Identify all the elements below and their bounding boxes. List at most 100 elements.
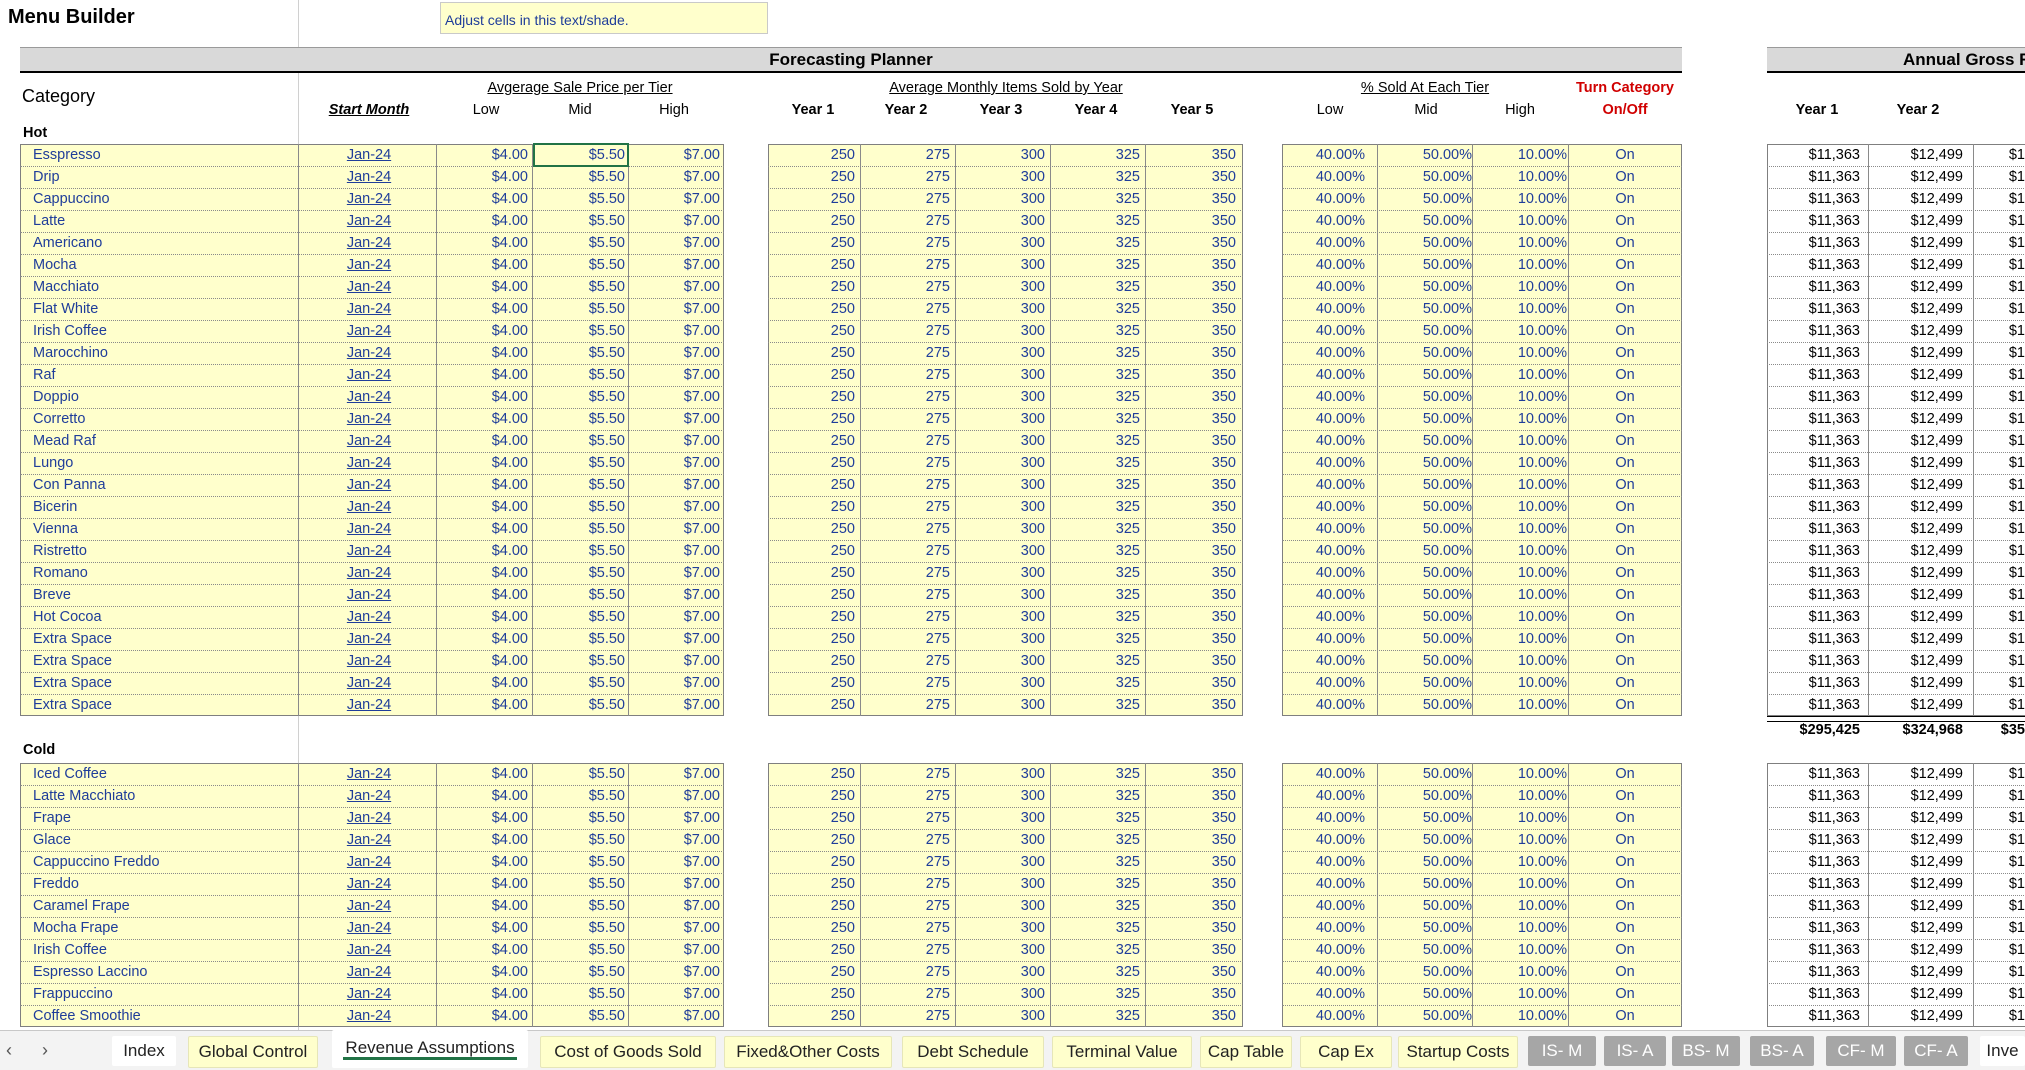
pct-cell[interactable]: 50.00% — [1377, 961, 1472, 983]
units-cell[interactable]: 325 — [1050, 298, 1140, 320]
units-cell[interactable]: 275 — [860, 342, 950, 364]
units-cell[interactable]: 275 — [860, 895, 950, 917]
pct-cell[interactable]: 10.00% — [1472, 606, 1567, 628]
item-name-cell[interactable]: Mead Raf — [33, 430, 96, 452]
units-cell[interactable]: 300 — [955, 785, 1045, 807]
units-cell[interactable]: 350 — [1145, 807, 1236, 829]
item-name-cell[interactable]: Vienna — [33, 518, 78, 540]
units-cell[interactable]: 300 — [955, 496, 1045, 518]
pct-cell[interactable]: 50.00% — [1377, 628, 1472, 650]
price-cell[interactable]: $4.00 — [440, 518, 528, 540]
pct-cell[interactable]: 50.00% — [1377, 650, 1472, 672]
units-cell[interactable]: 350 — [1145, 144, 1236, 166]
price-cell[interactable]: $7.00 — [630, 672, 720, 694]
units-cell[interactable]: 250 — [768, 961, 855, 983]
pct-cell[interactable]: 40.00% — [1282, 254, 1365, 276]
on-off-cell[interactable]: On — [1568, 628, 1682, 650]
units-cell[interactable]: 325 — [1050, 672, 1140, 694]
pct-cell[interactable]: 10.00% — [1472, 540, 1567, 562]
start-month-cell[interactable]: Jan-24 — [305, 983, 433, 1005]
price-cell[interactable]: $7.00 — [630, 320, 720, 342]
sheet-tab-cf-a[interactable]: CF- A — [1904, 1036, 1968, 1066]
units-cell[interactable]: 275 — [860, 452, 950, 474]
pct-cell[interactable]: 40.00% — [1282, 144, 1365, 166]
item-name-cell[interactable]: Frape — [33, 807, 71, 829]
pct-cell[interactable]: 10.00% — [1472, 452, 1567, 474]
start-month-cell[interactable]: Jan-24 — [305, 562, 433, 584]
price-cell[interactable]: $5.50 — [533, 672, 625, 694]
price-cell[interactable]: $4.00 — [440, 386, 528, 408]
start-month-cell[interactable]: Jan-24 — [305, 452, 433, 474]
units-cell[interactable]: 275 — [860, 1005, 950, 1027]
pct-cell[interactable]: 10.00% — [1472, 829, 1567, 851]
price-cell[interactable]: $4.00 — [440, 210, 528, 232]
price-cell[interactable]: $4.00 — [440, 540, 528, 562]
price-cell[interactable]: $5.50 — [533, 254, 625, 276]
units-cell[interactable]: 275 — [860, 232, 950, 254]
units-cell[interactable]: 250 — [768, 386, 855, 408]
pct-cell[interactable]: 10.00% — [1472, 694, 1567, 716]
units-cell[interactable]: 300 — [955, 320, 1045, 342]
pct-cell[interactable]: 40.00% — [1282, 650, 1365, 672]
price-cell[interactable]: $5.50 — [533, 188, 625, 210]
pct-cell[interactable]: 50.00% — [1377, 254, 1472, 276]
pct-cell[interactable]: 40.00% — [1282, 694, 1365, 716]
units-cell[interactable]: 325 — [1050, 694, 1140, 716]
pct-cell[interactable]: 50.00% — [1377, 763, 1472, 785]
units-cell[interactable]: 325 — [1050, 829, 1140, 851]
pct-cell[interactable]: 50.00% — [1377, 408, 1472, 430]
units-cell[interactable]: 325 — [1050, 188, 1140, 210]
price-cell[interactable]: $4.00 — [440, 650, 528, 672]
start-month-cell[interactable]: Jan-24 — [305, 851, 433, 873]
item-name-cell[interactable]: Mocha — [33, 254, 77, 276]
price-cell[interactable]: $7.00 — [630, 694, 720, 716]
units-cell[interactable]: 275 — [860, 496, 950, 518]
price-cell[interactable]: $4.00 — [440, 672, 528, 694]
price-cell[interactable]: $4.00 — [440, 763, 528, 785]
pct-cell[interactable]: 50.00% — [1377, 873, 1472, 895]
price-cell[interactable]: $4.00 — [440, 320, 528, 342]
sheet-tab-cap-table[interactable]: Cap Table — [1200, 1036, 1292, 1068]
sheet-tab-cf-m[interactable]: CF- M — [1826, 1036, 1896, 1066]
scroll-tabs-left-icon[interactable]: ‹ — [6, 1040, 12, 1061]
on-off-cell[interactable]: On — [1568, 606, 1682, 628]
pct-cell[interactable]: 40.00% — [1282, 873, 1365, 895]
units-cell[interactable]: 300 — [955, 518, 1045, 540]
pct-cell[interactable]: 40.00% — [1282, 895, 1365, 917]
pct-cell[interactable]: 40.00% — [1282, 232, 1365, 254]
price-cell[interactable]: $7.00 — [630, 474, 720, 496]
units-cell[interactable]: 325 — [1050, 1005, 1140, 1027]
units-cell[interactable]: 350 — [1145, 452, 1236, 474]
units-cell[interactable]: 250 — [768, 895, 855, 917]
price-cell[interactable]: $7.00 — [630, 895, 720, 917]
units-cell[interactable]: 350 — [1145, 785, 1236, 807]
units-cell[interactable]: 250 — [768, 210, 855, 232]
units-cell[interactable]: 300 — [955, 983, 1045, 1005]
units-cell[interactable]: 275 — [860, 961, 950, 983]
on-off-cell[interactable]: On — [1568, 518, 1682, 540]
start-month-cell[interactable]: Jan-24 — [305, 785, 433, 807]
units-cell[interactable]: 350 — [1145, 829, 1236, 851]
units-cell[interactable]: 350 — [1145, 672, 1236, 694]
pct-cell[interactable]: 10.00% — [1472, 983, 1567, 1005]
units-cell[interactable]: 325 — [1050, 961, 1140, 983]
start-month-cell[interactable]: Jan-24 — [305, 430, 433, 452]
price-cell[interactable]: $7.00 — [630, 851, 720, 873]
units-cell[interactable]: 300 — [955, 452, 1045, 474]
units-cell[interactable]: 300 — [955, 961, 1045, 983]
units-cell[interactable]: 300 — [955, 873, 1045, 895]
units-cell[interactable]: 250 — [768, 364, 855, 386]
units-cell[interactable]: 275 — [860, 276, 950, 298]
start-month-cell[interactable]: Jan-24 — [305, 276, 433, 298]
units-cell[interactable]: 250 — [768, 474, 855, 496]
units-cell[interactable]: 325 — [1050, 342, 1140, 364]
price-cell[interactable]: $5.50 — [533, 763, 625, 785]
on-off-cell[interactable]: On — [1568, 166, 1682, 188]
item-name-cell[interactable]: Drip — [33, 166, 60, 188]
sheet-tab-bs-a[interactable]: BS- A — [1750, 1036, 1814, 1066]
price-cell[interactable]: $4.00 — [440, 807, 528, 829]
pct-cell[interactable]: 10.00% — [1472, 763, 1567, 785]
price-cell[interactable]: $4.00 — [440, 254, 528, 276]
units-cell[interactable]: 300 — [955, 298, 1045, 320]
units-cell[interactable]: 250 — [768, 1005, 855, 1027]
